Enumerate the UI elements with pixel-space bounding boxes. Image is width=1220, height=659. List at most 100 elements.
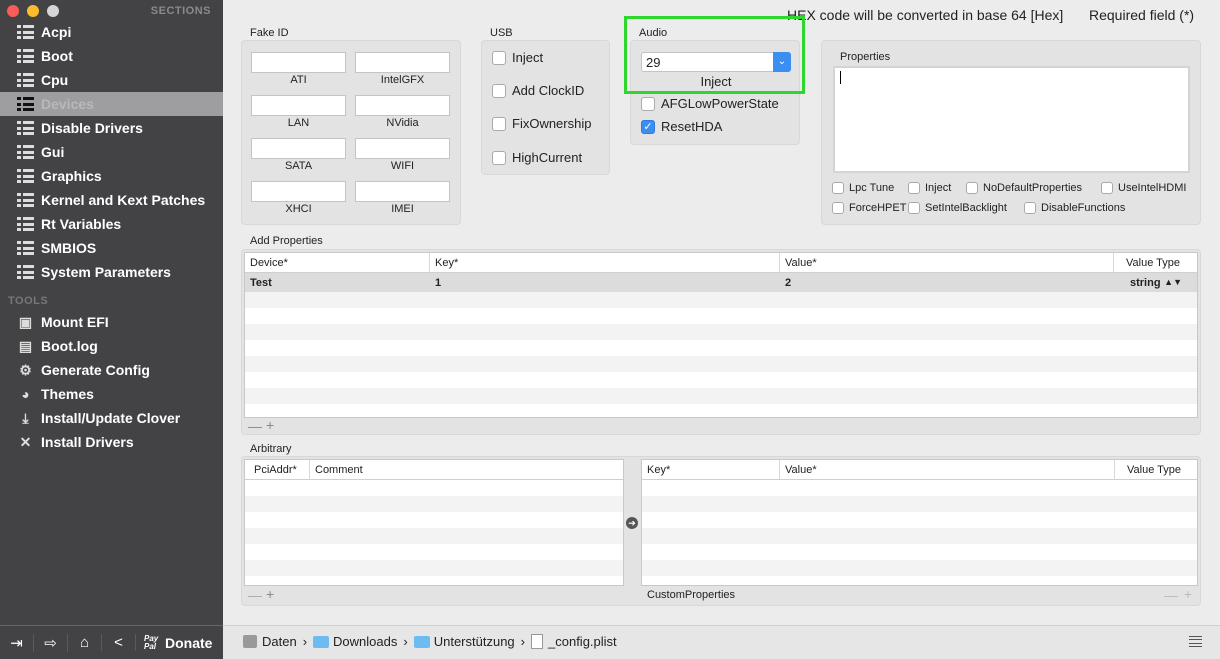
sidebar-item-rt-variables[interactable]: Rt Variables <box>0 212 223 236</box>
fake-id-wifi-input[interactable] <box>355 138 450 159</box>
minimize-button[interactable] <box>27 5 39 17</box>
sidebar-item-disable-drivers[interactable]: Disable Drivers <box>0 116 223 140</box>
breadcrumb-item[interactable]: Downloads <box>313 634 397 649</box>
checkbox-icon[interactable] <box>908 202 920 214</box>
home-icon[interactable]: ⌂ <box>68 634 102 651</box>
breadcrumb-item[interactable]: Unterstützung <box>413 634 515 649</box>
remove-custom-button[interactable]: — <box>1164 587 1178 603</box>
add-custom-button[interactable]: + <box>1184 586 1192 602</box>
import-icon[interactable]: ⇥ <box>0 633 34 652</box>
checkbox-icon[interactable] <box>492 83 506 98</box>
list-icon[interactable] <box>1189 636 1202 647</box>
fake-id-intelgfx-input[interactable] <box>355 52 450 73</box>
column-header-value[interactable]: Value* <box>780 460 1115 479</box>
sidebar-item-boot[interactable]: Boot <box>0 44 223 68</box>
inject-checkbox[interactable]: Inject <box>492 50 543 65</box>
column-header-key[interactable]: Key* <box>430 253 780 272</box>
list-icon <box>17 121 34 135</box>
fake-id-imei-input[interactable] <box>355 181 450 202</box>
fake-id-xhci-input[interactable] <box>251 181 346 202</box>
tool-item-label: Install Drivers <box>41 434 134 450</box>
resethda-checkbox[interactable]: ✓ ResetHDA <box>641 119 722 134</box>
tool-item-install-update-clover[interactable]: ⤓ Install/Update Clover <box>0 406 223 430</box>
cell-key[interactable]: 1 <box>430 275 780 291</box>
breadcrumb-item[interactable]: _config.plist <box>531 634 617 649</box>
sidebar-item-acpi[interactable]: Acpi <box>0 20 223 44</box>
sidebar: SECTIONS Acpi Boot Cpu Devices Disable Drive… <box>0 0 223 625</box>
column-header-pciaddr[interactable]: PciAddr* <box>245 460 310 479</box>
cell-value-type[interactable]: string ▲▼ <box>1114 275 1197 291</box>
column-header-value-type[interactable]: Value Type <box>1114 253 1197 272</box>
fake-id-nvidia-input[interactable] <box>355 95 450 116</box>
lpc-tune-checkbox[interactable]: Lpc Tune <box>832 182 894 194</box>
checkbox-icon[interactable] <box>832 202 844 214</box>
checkbox-icon[interactable]: ✓ <box>641 119 655 134</box>
share-icon[interactable]: < <box>102 634 136 651</box>
fake-id-sata-input[interactable] <box>251 138 346 159</box>
checkbox-icon[interactable] <box>492 150 506 165</box>
breadcrumb-label: Unterstützung <box>433 634 515 649</box>
folder-icon <box>313 635 330 648</box>
breadcrumb-item[interactable]: Daten <box>243 634 297 649</box>
column-header-value[interactable]: Value* <box>780 253 1114 272</box>
column-header-comment[interactable]: Comment <box>310 460 623 479</box>
tool-item-themes[interactable]: ◕ Themes <box>0 382 223 406</box>
fake-id-lan-input[interactable] <box>251 95 346 116</box>
column-header-value-type[interactable]: Value Type <box>1115 460 1197 479</box>
custom-properties-table[interactable]: Key* Value* Value Type <box>641 459 1198 586</box>
remove-property-button[interactable]: — <box>248 418 262 434</box>
add-property-button[interactable]: + <box>266 417 274 433</box>
list-icon <box>17 265 34 279</box>
add-properties-table[interactable]: Device* Key* Value* Value Type Test 1 2 … <box>244 252 1198 418</box>
cell-device[interactable]: Test <box>245 275 430 291</box>
useintelhdmi-checkbox[interactable]: UseIntelHDMI <box>1101 182 1186 194</box>
sidebar-item-smbios[interactable]: SMBIOS <box>0 236 223 260</box>
disablefunctions-checkbox[interactable]: DisableFunctions <box>1024 202 1125 214</box>
inject-checkbox[interactable]: Inject <box>908 182 951 194</box>
folder-icon <box>413 635 430 648</box>
tool-item-install-drivers[interactable]: ✕ Install Drivers <box>0 430 223 454</box>
nodefaultproperties-checkbox[interactable]: NoDefaultProperties <box>966 182 1082 194</box>
sidebar-item-system-parameters[interactable]: System Parameters <box>0 260 223 284</box>
sidebar-item-graphics[interactable]: Graphics <box>0 164 223 188</box>
column-header-key[interactable]: Key* <box>642 460 780 479</box>
highcurrent-checkbox[interactable]: HighCurrent <box>492 150 582 165</box>
checkbox-icon[interactable] <box>966 182 978 194</box>
arbitrary-table[interactable]: PciAddr* Comment <box>244 459 624 586</box>
fixownership-checkbox[interactable]: FixOwnership <box>492 116 591 131</box>
properties-textarea[interactable] <box>833 66 1190 173</box>
sections-header: SECTIONS <box>150 5 211 17</box>
tool-item-mount-efi[interactable]: ▣ Mount EFI <box>0 310 223 334</box>
table-row[interactable]: Test 1 2 string ▲▼ <box>245 273 1197 292</box>
sidebar-item-gui[interactable]: Gui <box>0 140 223 164</box>
checkbox-icon[interactable] <box>641 96 655 111</box>
value-type-select[interactable]: string <box>1130 277 1161 289</box>
setintelbacklight-checkbox[interactable]: SetIntelBacklight <box>908 202 1007 214</box>
donate-button[interactable]: Pay Pal Donate <box>136 634 212 651</box>
remove-arbitrary-button[interactable]: — <box>248 587 262 603</box>
checkbox-icon[interactable] <box>492 50 506 65</box>
tool-item-generate-config[interactable]: ⚙ Generate Config <box>0 358 223 382</box>
stepper-icon[interactable]: ▲▼ <box>1164 277 1182 289</box>
forcehpet-checkbox[interactable]: ForceHPET <box>832 202 906 214</box>
column-header-device[interactable]: Device* <box>245 253 430 272</box>
breadcrumb-label: _config.plist <box>548 634 617 649</box>
sidebar-item-kernel-and-kext-patches[interactable]: Kernel and Kext Patches <box>0 188 223 212</box>
checkbox-icon[interactable] <box>1101 182 1113 194</box>
sidebar-item-devices[interactable]: Devices <box>0 92 223 116</box>
cell-value[interactable]: 2 <box>780 275 1114 291</box>
fake-id-ati-input[interactable] <box>251 52 346 73</box>
close-button[interactable] <box>7 5 19 17</box>
sidebar-item-cpu[interactable]: Cpu <box>0 68 223 92</box>
add-clockid-checkbox[interactable]: Add ClockID <box>492 83 584 98</box>
checkbox-icon[interactable] <box>492 116 506 131</box>
checkbox-icon[interactable] <box>832 182 844 194</box>
afglowpowerstate-checkbox[interactable]: AFGLowPowerState <box>641 96 779 111</box>
arrow-right-icon[interactable]: ➔ <box>626 517 638 529</box>
export-icon[interactable]: ⇨ <box>34 633 68 652</box>
checkbox-icon[interactable] <box>1024 202 1036 214</box>
tool-item-boot-log[interactable]: ▤ Boot.log <box>0 334 223 358</box>
checkbox-icon[interactable] <box>908 182 920 194</box>
zoom-button[interactable] <box>47 5 59 17</box>
add-arbitrary-button[interactable]: + <box>266 586 274 602</box>
